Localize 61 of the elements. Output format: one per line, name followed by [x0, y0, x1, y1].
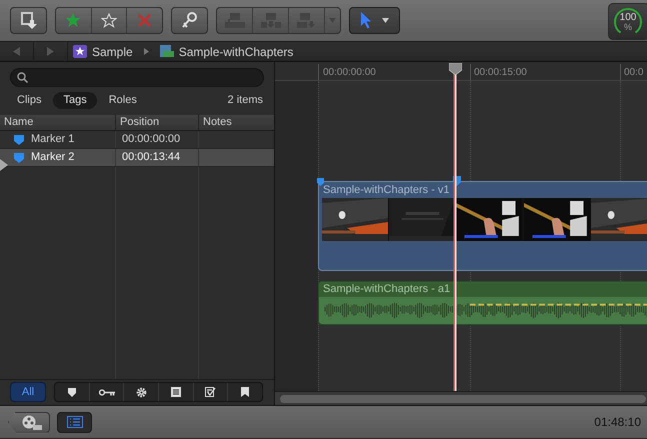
append-edit-icon	[296, 13, 316, 28]
audio-clip[interactable]: Sample-withChapters - a1	[318, 281, 647, 325]
search-field[interactable]	[10, 68, 264, 87]
keyword-button[interactable]	[171, 7, 208, 34]
column-header[interactable]: Notes	[203, 114, 232, 131]
project-icon	[160, 45, 174, 58]
marker-position: 00:00:13:44	[122, 150, 180, 166]
import-button[interactable]	[10, 7, 47, 34]
event-library-button[interactable]	[8, 412, 50, 432]
marker-position: 00:00:00:00	[122, 132, 180, 148]
all-filter-button[interactable]: All	[10, 382, 46, 402]
back-arrow-icon	[13, 47, 20, 56]
gear-icon	[136, 386, 147, 398]
key-icon	[182, 12, 197, 29]
caret-icon	[329, 18, 336, 23]
clip-title: Sample-withChapters - v1	[322, 183, 451, 198]
ruler-timecode: 00:00:00:00	[323, 66, 376, 80]
timeline-duration: 01:48:10	[594, 414, 641, 431]
marker-row[interactable]: Marker 1 00:00:00:00	[0, 131, 274, 149]
marker-icon	[14, 134, 24, 144]
filter-tab[interactable]: Clips	[7, 92, 52, 109]
list-icon	[66, 416, 82, 428]
list-icon	[170, 387, 181, 397]
film-download-icon	[20, 11, 38, 30]
star-icon	[73, 45, 87, 58]
column-header[interactable]: Position	[120, 114, 160, 131]
search-icon	[17, 72, 28, 83]
tool-menu-button[interactable]	[349, 7, 400, 34]
pointer-icon	[360, 12, 372, 29]
filter-tab[interactable]: Tags	[53, 92, 97, 109]
checklist-icon	[205, 387, 216, 397]
insert-edit-icon	[260, 13, 280, 28]
position-indicator-icon	[0, 159, 8, 171]
event-crumb[interactable]: Sample	[73, 42, 133, 60]
star-icon	[65, 13, 82, 28]
close-icon	[138, 14, 152, 27]
playhead-icon	[449, 63, 462, 393]
clip-title: Sample-withChapters - a1	[319, 282, 647, 297]
bookmark-icon	[241, 387, 250, 397]
key-icon	[98, 388, 114, 396]
marker-icon	[68, 388, 76, 396]
item-count: 2 items	[228, 93, 263, 108]
column-header[interactable]: Name	[4, 114, 34, 131]
ruler-timecode: 00:00:15:00	[474, 66, 527, 80]
marker-name: Marker 2	[31, 150, 74, 166]
star-outline-icon	[101, 13, 117, 28]
connect-edit-icon	[224, 13, 244, 28]
zoom-unit: %	[624, 23, 632, 32]
marker-icon	[14, 152, 24, 162]
project-crumb[interactable]: Sample-withChapters	[160, 42, 294, 60]
filter-tab[interactable]: Roles	[98, 92, 147, 109]
video-clip[interactable]: Sample-withChapters - v1	[318, 181, 647, 271]
caret-icon	[382, 18, 388, 23]
separator-arrow-icon	[144, 48, 149, 55]
marker-name: Marker 1	[31, 132, 74, 148]
scrollbar-thumb[interactable]	[280, 394, 646, 402]
timeline-index-button[interactable]	[57, 412, 92, 432]
zoom-reading: 100	[620, 13, 636, 23]
ruler-timecode: 00:0	[624, 66, 644, 80]
film-reel-icon	[21, 414, 43, 430]
forward-arrow-icon	[47, 47, 54, 56]
